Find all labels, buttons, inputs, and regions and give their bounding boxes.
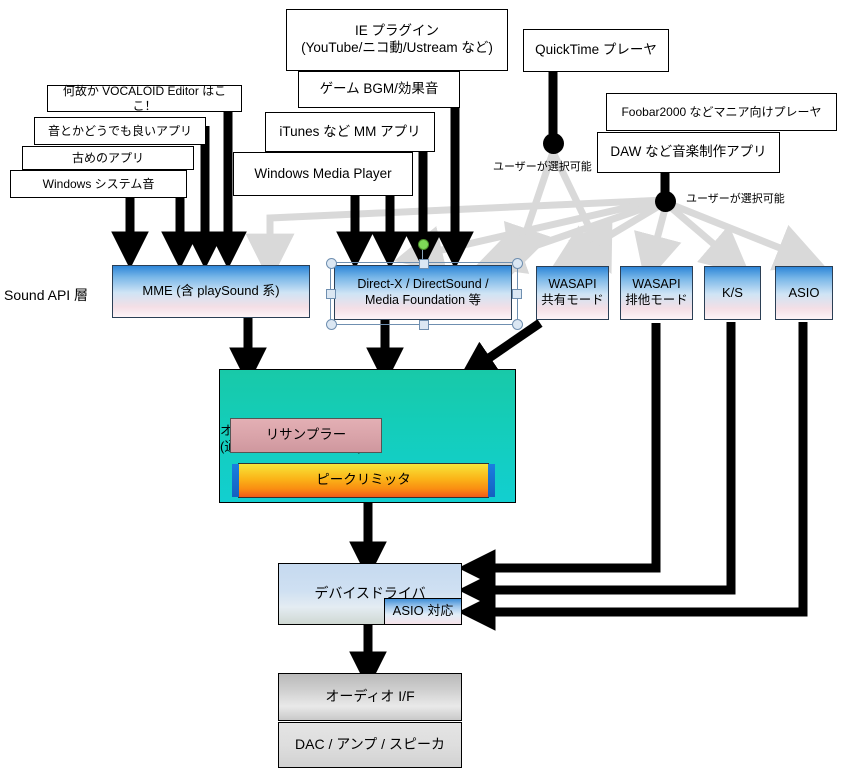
- resize-handle-bottom-left[interactable]: [326, 319, 337, 330]
- api-box-wasapi-shared-line2: 共有モード: [541, 293, 604, 307]
- resize-handle-bottom-center[interactable]: [419, 320, 429, 330]
- resampler-box[interactable]: リサンプラー: [230, 418, 382, 453]
- app-box-foobar2000[interactable]: Foobar2000 などマニア向けプレーヤ: [606, 93, 837, 131]
- api-box-ks[interactable]: K/S: [704, 266, 761, 320]
- dac-amp-speaker-box[interactable]: DAC / アンプ / スピーカ: [278, 722, 462, 768]
- app-box-ie-plugin-line1: IE プラグイン: [354, 23, 439, 39]
- app-box-vocaloid-editor[interactable]: 何故か VOCALOID Editor はここ！: [47, 84, 242, 113]
- app-box-legacy-app[interactable]: 古めのアプリ: [22, 146, 194, 170]
- api-box-asio[interactable]: ASIO: [775, 266, 833, 320]
- resize-handle-bottom-right[interactable]: [512, 319, 523, 330]
- diagram-canvas: 何故か VOCALOID Editor はここ！ 音とかどうでも良いアプリ 古め…: [0, 0, 845, 782]
- app-box-daw[interactable]: DAW など音楽制作アプリ: [597, 132, 780, 173]
- user-selectable-dot-daw[interactable]: [655, 191, 676, 212]
- resize-handle-top-right[interactable]: [512, 258, 523, 269]
- app-box-quicktime-player[interactable]: QuickTime プレーヤ: [523, 29, 669, 72]
- app-box-windows-media-player[interactable]: Windows Media Player: [233, 152, 413, 196]
- user-selectable-note-quicktime: ユーザーが選択可能: [493, 161, 592, 173]
- asio-support-box[interactable]: ASIO 対応: [384, 598, 462, 625]
- api-box-wasapi-exclusive-line1: WASAPI: [632, 277, 681, 292]
- audio-interface-box[interactable]: オーディオ I/F: [278, 673, 462, 721]
- user-selectable-dot-quicktime[interactable]: [543, 133, 564, 154]
- sound-api-layer-label: Sound API 層: [4, 287, 89, 303]
- app-box-game-bgm-se[interactable]: ゲーム BGM/効果音: [298, 71, 460, 108]
- resize-handle-middle-left[interactable]: [326, 289, 336, 299]
- app-box-any-audio-app[interactable]: 音とかどうでも良いアプリ: [34, 117, 206, 145]
- app-box-ie-plugin-line2: (YouTube/ニコ動/Ustream など): [301, 40, 493, 55]
- resize-handle-top-center[interactable]: [419, 259, 429, 269]
- peak-limiter-box[interactable]: ピークリミッタ: [232, 463, 495, 498]
- resize-handle-middle-right[interactable]: [512, 289, 522, 299]
- app-box-itunes-mm-app[interactable]: iTunes など MM アプリ: [265, 112, 435, 152]
- api-box-wasapi-exclusive-line2: 排他モード: [625, 293, 688, 307]
- resize-handle-top-left[interactable]: [326, 258, 337, 269]
- selection-frame-directx: [330, 262, 518, 325]
- rotate-handle-icon[interactable]: [418, 239, 429, 250]
- app-box-windows-system-sound[interactable]: Windows システム音: [10, 170, 187, 198]
- api-box-mme[interactable]: MME (含 playSound 系): [112, 265, 310, 318]
- app-box-ie-plugin[interactable]: IE プラグイン (YouTube/ニコ動/Ustream など): [286, 9, 508, 71]
- api-box-wasapi-shared-line1: WASAPI: [548, 277, 597, 292]
- api-box-wasapi-shared[interactable]: WASAPI 共有モード: [536, 266, 609, 320]
- api-box-wasapi-exclusive[interactable]: WASAPI 排他モード: [620, 266, 693, 320]
- user-selectable-note-daw: ユーザーが選択可能: [686, 193, 785, 205]
